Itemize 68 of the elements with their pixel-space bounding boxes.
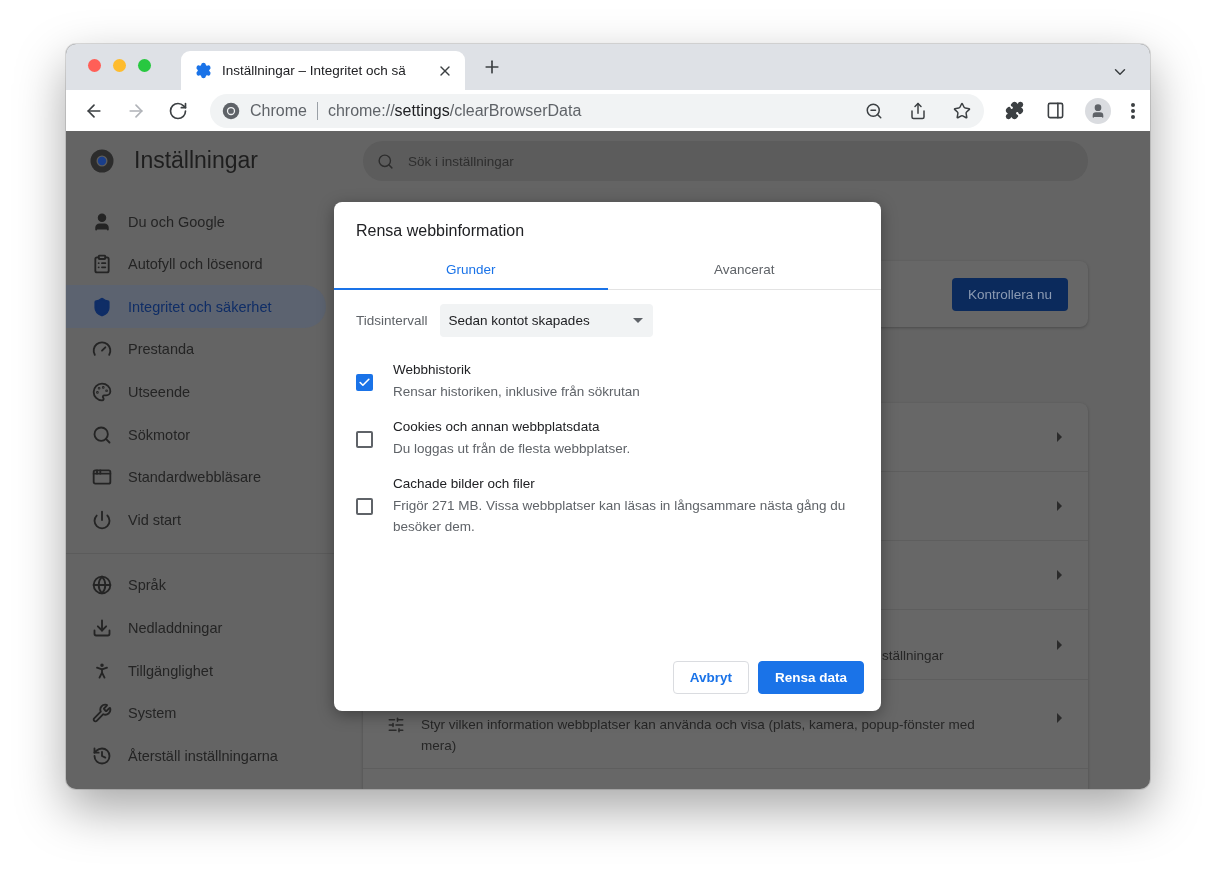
menu-icon: [1131, 102, 1135, 119]
avatar-icon: [1085, 97, 1111, 124]
row-text: Styr vilken information webbplatser kan använda och visa (plats, kamera, popup-fönster med mera): [421, 716, 976, 756]
browser-window-icon: [92, 467, 112, 488]
check-now-button[interactable]: Kontrollera nu: [951, 277, 1068, 311]
search-icon: [377, 152, 394, 170]
sidebar-item[interactable]: Tillgänglighet: [66, 649, 326, 692]
wrench-icon: [92, 703, 112, 724]
sidebar-item[interactable]: Nedladdningar: [66, 606, 326, 650]
search-icon: [92, 424, 112, 445]
clear-data-button[interactable]: Rensa data: [757, 661, 864, 695]
arrow-icon: [1057, 713, 1062, 724]
sidebar-item[interactable]: Du och Google: [66, 200, 326, 243]
sidebar-item[interactable]: Språk: [66, 564, 326, 607]
settings-title: Inställningar: [134, 147, 259, 175]
field-label: Tidsintervall: [356, 313, 428, 329]
checkbox[interactable]: [356, 430, 373, 448]
download-icon: [92, 617, 112, 638]
chrome-icon: [222, 101, 240, 120]
person-icon: [92, 211, 112, 232]
time-range-dropdown[interactable]: Sedan kontot skapades: [439, 304, 653, 338]
browser-tab[interactable]: Inställningar – Integritet och sä: [181, 51, 465, 91]
sidebar-item[interactable]: Sökmotor: [66, 413, 326, 456]
checkbox[interactable]: [356, 498, 373, 516]
puzzle-icon: [1005, 101, 1024, 121]
site-label: Chrome: [250, 101, 318, 120]
sidebar-item[interactable]: Vid start: [66, 498, 326, 542]
address-bar[interactable]: Chrome chrome://settings/clearBrowserData: [210, 93, 984, 128]
arrow-icon: [1057, 639, 1062, 650]
zoom-out-icon: [865, 101, 883, 120]
sidebar-item[interactable]: Standardwebbläsare: [66, 455, 326, 499]
dialog-tab[interactable]: Avancerat: [607, 251, 881, 291]
arrow-icon: [1057, 432, 1062, 443]
sidebar-item[interactable]: Integritet och säkerhet: [66, 285, 326, 329]
sidebar-item[interactable]: Återställ inställningarna: [66, 734, 326, 777]
power-icon: [92, 509, 112, 530]
star-icon: [953, 101, 971, 120]
reload-icon: [168, 100, 188, 121]
option-title: Webbhistorik: [393, 362, 472, 378]
caret-icon: [632, 318, 643, 324]
palette-icon: [92, 381, 112, 402]
chrome-logo-icon: [90, 148, 114, 173]
gear-icon: [195, 62, 212, 80]
option-description: Du loggas ut från de flesta webbplatser.: [393, 440, 631, 459]
option-title: Cookies och annan webbplatsdata: [393, 419, 601, 435]
checkbox[interactable]: [356, 373, 373, 391]
sidebar-item[interactable]: Utseende: [66, 370, 326, 414]
row-text: ställningar: [882, 647, 945, 666]
arrow-icon: [1057, 501, 1062, 512]
clipboard-icon: [92, 254, 112, 275]
option-description: Frigör 271 MB. Vissa webbplatser kan läsas in långsammare nästa gång du besöker dem.: [393, 497, 847, 537]
sidebar-item[interactable]: System: [66, 691, 326, 735]
option-description: Rensar historiken, inklusive från sökrutan: [393, 383, 640, 402]
history-icon: [92, 745, 112, 766]
sidebar-item[interactable]: Autofyll och lösenord: [66, 242, 326, 286]
option-title: Cachade bilder och filer: [393, 476, 536, 492]
share-icon: [909, 101, 927, 120]
shield-icon: [92, 296, 112, 317]
url-text: chrome://settings/clearBrowserData: [327, 101, 583, 120]
globe-icon: [92, 575, 112, 596]
dialog-tab[interactable]: Grunder: [334, 251, 608, 291]
sliders-icon: [387, 716, 405, 735]
arrow-icon: [1057, 570, 1062, 581]
sidebar-item[interactable]: Prestanda: [66, 328, 326, 371]
side-panel-icon: [1046, 101, 1065, 121]
cancel-button[interactable]: Avbryt: [672, 661, 749, 695]
dialog-title: Rensa webbinformation: [355, 221, 526, 242]
check-icon: [358, 375, 371, 389]
